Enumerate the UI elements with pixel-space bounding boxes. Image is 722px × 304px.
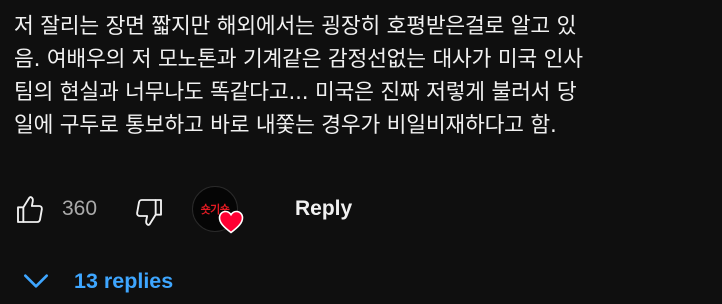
replies-count-label: 13 replies bbox=[74, 268, 174, 293]
thumbs-up-icon bbox=[17, 196, 43, 223]
comment-body: 저 잘리는 장면 짧지만 해외에서는 굉장히 호평받은걸로 알고 있 음. 여배… bbox=[14, 10, 714, 142]
comment-line: 저 잘리는 장면 짧지만 해외에서는 굉장히 호평받은걸로 알고 있 bbox=[14, 14, 577, 39]
comment-actions: 360 숏기숏 Reply bbox=[0, 184, 722, 236]
comment-line: 팀의 현실과 너무나도 똑같다고... 미국은 진짜 저렇게 불러서 당 bbox=[14, 80, 577, 105]
dislike-button[interactable] bbox=[133, 196, 165, 228]
like-button[interactable] bbox=[14, 194, 46, 226]
creator-heart-badge[interactable]: 숏기숏 bbox=[192, 186, 244, 236]
thumbs-down-icon bbox=[136, 199, 162, 226]
heart-icon bbox=[218, 210, 244, 234]
comment-line: 음. 여배우의 저 모노톤과 기계같은 감정선없는 대사가 미국 인사 bbox=[14, 47, 583, 72]
chevron-down-icon bbox=[24, 274, 48, 288]
comment-line: 일에 구두로 통보하고 바로 내쫓는 경우가 비일비재하다고 함. bbox=[14, 113, 557, 138]
like-count: 360 bbox=[62, 197, 98, 220]
reply-button[interactable]: Reply bbox=[295, 197, 352, 221]
view-replies-button[interactable]: 13 replies bbox=[20, 264, 173, 298]
